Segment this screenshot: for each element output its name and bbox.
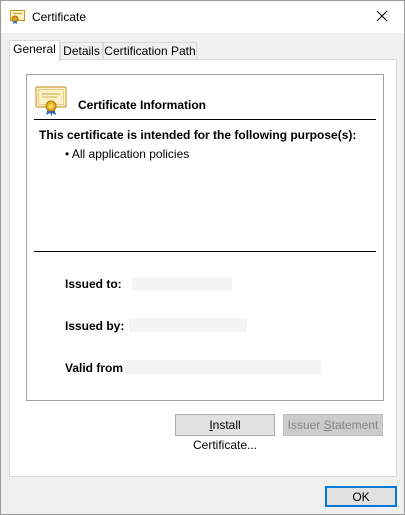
close-button[interactable] [360, 1, 404, 31]
valid-from-label: Valid from [65, 361, 124, 375]
install-certificate-button[interactable]: Install Certificate... [175, 414, 275, 452]
certificate-information-heading: Certificate Information [78, 98, 207, 112]
issuer-statement-label-start: Issuer [287, 418, 324, 432]
purpose-list-item: • All application policies [65, 147, 190, 161]
window-title: Certificate [32, 10, 87, 24]
certificate-dialog: Certificate General Details Certificatio… [0, 0, 405, 515]
issued-by-value [129, 318, 247, 332]
tab-general-label: General [13, 42, 56, 56]
certificate-icon [10, 10, 25, 24]
close-icon [376, 10, 388, 22]
tab-general[interactable]: General [9, 40, 60, 62]
issuer-statement-button[interactable]: Issuer Statement [283, 414, 383, 436]
issuer-statement-access-key: S [323, 418, 332, 432]
divider [34, 251, 376, 252]
certificate-ribbon-icon [35, 86, 67, 116]
title-bar[interactable]: Certificate [1, 1, 404, 33]
general-tab-panel: Certificate Information This certificate… [9, 59, 397, 477]
issued-to-value [132, 277, 232, 291]
issuer-statement-label-end: tatement [331, 418, 379, 432]
valid-from-value [125, 360, 321, 374]
tab-certification-path-label: Certification Path [104, 44, 196, 58]
install-certificate-label: nstall Certificate... [192, 418, 258, 452]
divider [34, 119, 376, 120]
issued-to-label: Issued to: [65, 277, 122, 291]
certificate-info-box: Certificate Information This certificate… [26, 74, 384, 401]
issued-by-label: Issued by: [65, 319, 125, 333]
ok-button[interactable]: OK [325, 486, 397, 507]
purpose-heading: This certificate is intended for the fol… [39, 128, 357, 142]
tab-details-label: Details [63, 44, 100, 58]
